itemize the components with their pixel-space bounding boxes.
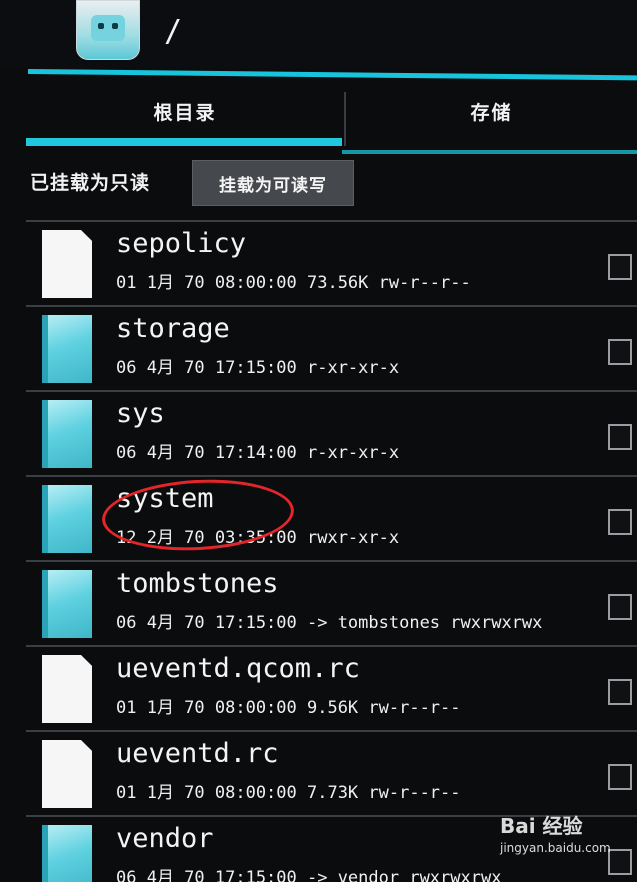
file-icon bbox=[42, 740, 92, 808]
file-icon bbox=[42, 230, 92, 298]
folder-icon bbox=[42, 315, 92, 383]
file-list: sepolicy 01 1月 70 08:00:00 73.56K rw-r--… bbox=[26, 220, 637, 882]
tab-root-directory[interactable]: 根目录 bbox=[26, 78, 344, 144]
select-checkbox[interactable] bbox=[608, 594, 632, 620]
select-checkbox[interactable] bbox=[608, 679, 632, 705]
file-meta: 06 4月 70 17:15:00 -> tombstones rwxrwxrw… bbox=[116, 613, 543, 633]
watermark-brand: Bai 经验 bbox=[500, 814, 583, 838]
tab-bar: 根目录 存储 bbox=[26, 78, 637, 154]
file-meta: 06 4月 70 17:15:00 -> vendor rwxrwxrwx bbox=[116, 868, 502, 882]
file-name: vendor bbox=[116, 823, 214, 854]
folder-icon bbox=[42, 400, 92, 468]
active-tab-indicator bbox=[26, 138, 342, 146]
app-icon-face bbox=[91, 15, 125, 41]
folder-icon bbox=[42, 485, 92, 553]
file-name: tombstones bbox=[116, 568, 279, 599]
root-explorer-icon[interactable] bbox=[76, 0, 140, 60]
file-meta: 06 4月 70 17:14:00 r-xr-xr-x bbox=[116, 443, 400, 463]
file-name: sepolicy bbox=[116, 228, 247, 259]
file-meta: 06 4月 70 17:15:00 r-xr-xr-x bbox=[116, 358, 400, 378]
file-name: storage bbox=[116, 313, 230, 344]
app-icon-eye-right bbox=[112, 23, 118, 29]
file-meta: 01 1月 70 08:00:00 9.56K rw-r--r-- bbox=[116, 698, 461, 718]
list-item[interactable]: ueventd.qcom.rc 01 1月 70 08:00:00 9.56K … bbox=[26, 645, 637, 731]
select-checkbox[interactable] bbox=[608, 254, 632, 280]
list-item[interactable]: ueventd.rc 01 1月 70 08:00:00 7.73K rw-r-… bbox=[26, 730, 637, 816]
mount-read-write-button[interactable]: 挂载为可读写 bbox=[192, 160, 354, 206]
tab-storage[interactable]: 存储 bbox=[346, 78, 637, 144]
select-checkbox[interactable] bbox=[608, 424, 632, 450]
tab-underline bbox=[342, 150, 637, 154]
file-name: ueventd.rc bbox=[116, 738, 279, 769]
file-icon bbox=[42, 655, 92, 723]
file-meta: 01 1月 70 08:00:00 73.56K rw-r--r-- bbox=[116, 273, 471, 293]
select-checkbox[interactable] bbox=[608, 764, 632, 790]
select-checkbox[interactable] bbox=[608, 339, 632, 365]
folder-icon bbox=[42, 570, 92, 638]
folder-icon bbox=[42, 825, 92, 882]
list-item[interactable]: storage 06 4月 70 17:15:00 r-xr-xr-x bbox=[26, 305, 637, 391]
list-item[interactable]: sys 06 4月 70 17:14:00 r-xr-xr-x bbox=[26, 390, 637, 476]
file-name: ueventd.qcom.rc bbox=[116, 653, 360, 684]
watermark-url: jingyan.baidu.com bbox=[500, 841, 611, 855]
select-checkbox[interactable] bbox=[608, 849, 632, 875]
app-bar: / bbox=[0, 0, 637, 68]
select-checkbox[interactable] bbox=[608, 509, 632, 535]
file-name: sys bbox=[116, 398, 165, 429]
list-item[interactable]: tombstones 06 4月 70 17:15:00 -> tombston… bbox=[26, 560, 637, 646]
current-path: / bbox=[164, 14, 183, 49]
app-icon-eye-left bbox=[98, 23, 104, 29]
baidu-jingyan-watermark: Bai 经验 jingyan.baidu.com bbox=[500, 810, 611, 855]
mount-status-label: 已挂载为只读 bbox=[30, 172, 151, 194]
list-item[interactable]: sepolicy 01 1月 70 08:00:00 73.56K rw-r--… bbox=[26, 220, 637, 306]
file-meta: 01 1月 70 08:00:00 7.73K rw-r--r-- bbox=[116, 783, 461, 803]
